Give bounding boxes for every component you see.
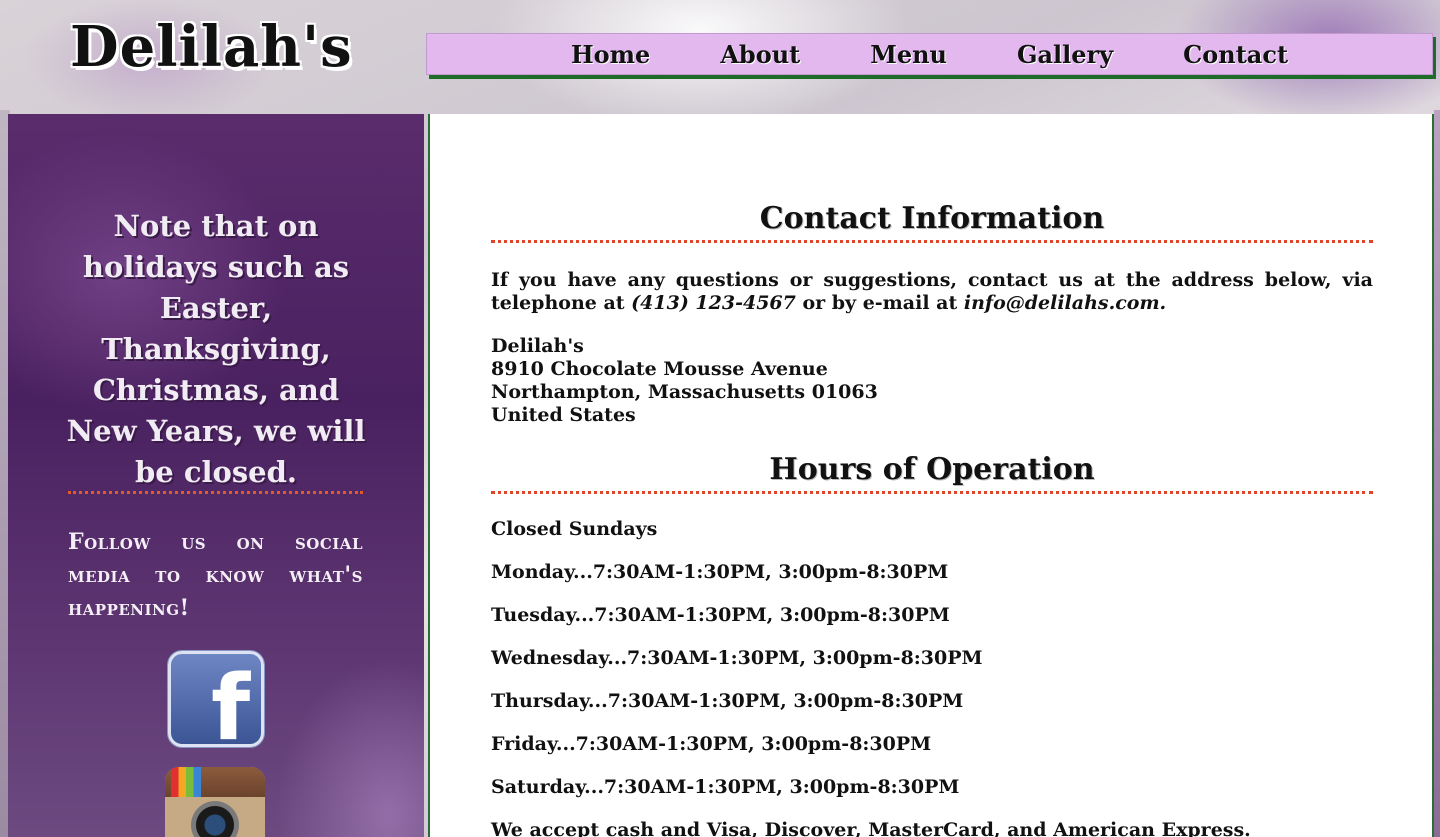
hours-heading: Hours of Operation (491, 451, 1373, 494)
background-right-strip (1434, 110, 1440, 837)
follow-us-text: Follow us on social media to know what's… (68, 529, 363, 621)
hours-closed-sundays: Closed Sundays (491, 518, 658, 540)
contact-heading: Contact Information (491, 200, 1373, 243)
hours-list: Closed Sundays Monday...7:30AM-1:30PM, 3… (491, 518, 1373, 837)
nav-home[interactable]: Home (536, 40, 685, 69)
hours-friday: Friday...7:30AM-1:30PM, 3:00pm-8:30PM (491, 733, 932, 755)
hours-wednesday: Wednesday...7:30AM-1:30PM, 3:00pm-8:30PM (491, 647, 983, 669)
hours-saturday: Saturday...7:30AM-1:30PM, 3:00pm-8:30PM (491, 776, 960, 798)
nav-about[interactable]: About (685, 40, 835, 69)
facebook-icon[interactable]: f (168, 651, 264, 747)
contact-intro: If you have any questions or suggestions… (491, 269, 1373, 315)
hours-tuesday: Tuesday...7:30AM-1:30PM, 3:00pm-8:30PM (491, 604, 950, 626)
nav-gallery[interactable]: Gallery (982, 40, 1148, 69)
instagram-icon[interactable] (165, 767, 265, 837)
instagram-lens (191, 801, 239, 837)
address-street: 8910 Chocolate Mousse Avenue (491, 358, 828, 380)
main-content: Contact Information If you have any ques… (428, 114, 1434, 837)
facebook-glyph: f (211, 656, 251, 747)
contact-intro-middle: or by e-mail at (795, 292, 964, 314)
address-name: Delilah's (491, 335, 584, 357)
hours-thursday: Thursday...7:30AM-1:30PM, 3:00pm-8:30PM (491, 690, 964, 712)
email-link[interactable]: info@delilahs.com. (964, 292, 1166, 314)
nav-menu[interactable]: Menu (835, 40, 982, 69)
site-logo[interactable]: Delilah's (70, 14, 353, 80)
main-nav: Home About Menu Gallery Contact (426, 33, 1433, 75)
address-country: United States (491, 404, 636, 426)
address-city: Northampton, Massachusetts 01063 (491, 381, 878, 403)
hours-monday: Monday...7:30AM-1:30PM, 3:00pm-8:30PM (491, 561, 949, 583)
sidebar: Note that on holidays such as Easter, Th… (8, 114, 424, 837)
holiday-note: Note that on holidays such as Easter, Th… (66, 209, 366, 489)
postal-address: Delilah's 8910 Chocolate Mousse Avenue N… (491, 335, 1373, 427)
content-column: Contact Information If you have any ques… (491, 200, 1373, 837)
nav-contact[interactable]: Contact (1148, 40, 1323, 69)
payment-note: We accept cash and Visa, Discover, Maste… (491, 819, 1251, 837)
phone-number[interactable]: (413) 123-4567 (631, 292, 796, 314)
instagram-rainbow-stripe (171, 767, 201, 797)
sidebar-divider (68, 491, 363, 494)
